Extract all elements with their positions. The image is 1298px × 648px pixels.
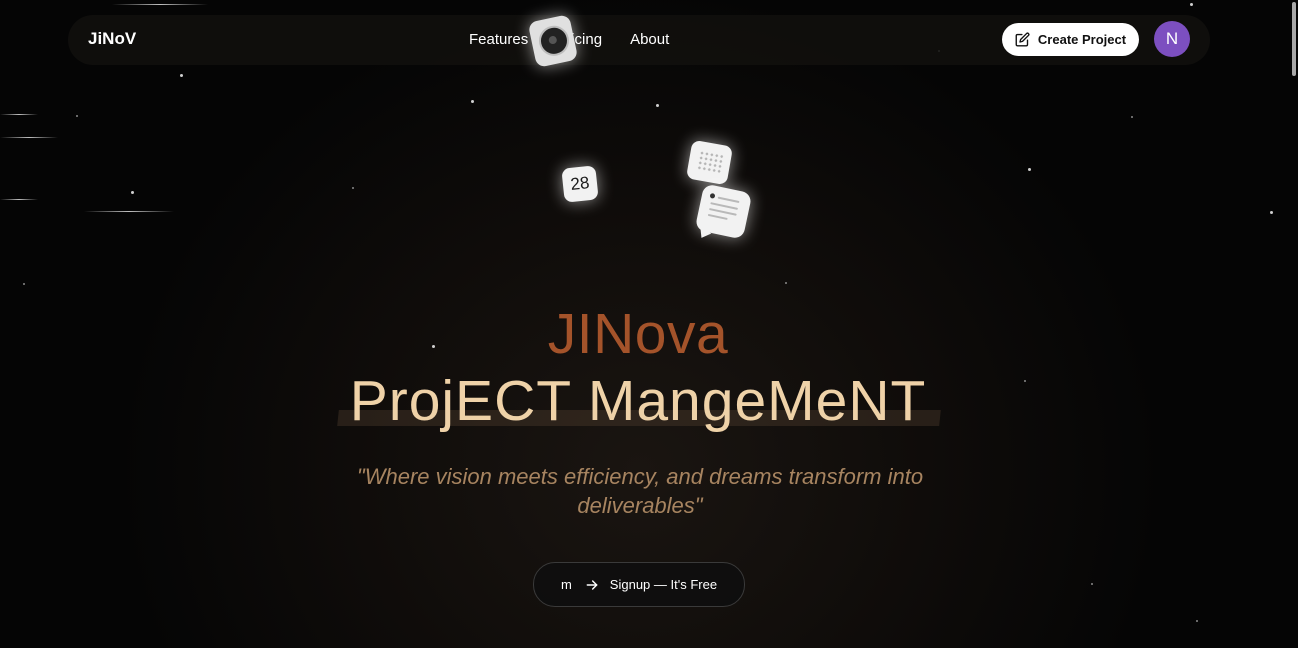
grid-app-icon [685, 139, 734, 186]
signup-label: Signup — It's Free [609, 577, 718, 592]
calendar-app-icon: 28 [561, 165, 599, 203]
brand-logo[interactable]: JiNoV [88, 29, 136, 49]
scrollbar[interactable] [1292, 2, 1296, 76]
navbar: JiNoV Features Pricing About Create Proj… [68, 15, 1210, 65]
hero-title-line2: ProjECT MangeMeNT [349, 369, 927, 433]
avatar[interactable]: N [1154, 21, 1190, 57]
edit-icon [1015, 32, 1030, 47]
chat-app-icon [694, 183, 753, 242]
nav-links: Features Pricing About [469, 31, 697, 48]
nav-link-features[interactable]: Features [469, 31, 528, 48]
signup-button[interactable]: m Signup — It's Free [533, 562, 745, 607]
signup-prefix: m [560, 577, 572, 592]
create-project-label: Create Project [1037, 32, 1127, 47]
calendar-day: 28 [569, 173, 591, 194]
hero-title-line1: JINova [547, 302, 729, 366]
nav-link-about[interactable]: About [630, 31, 669, 48]
arrow-right-icon [586, 579, 598, 590]
create-project-button[interactable]: Create Project [1002, 23, 1139, 56]
hero-quote: "Where vision meets efficiency, and drea… [356, 464, 924, 518]
page: JiNoV Features Pricing About Create Proj… [0, 0, 1298, 648]
